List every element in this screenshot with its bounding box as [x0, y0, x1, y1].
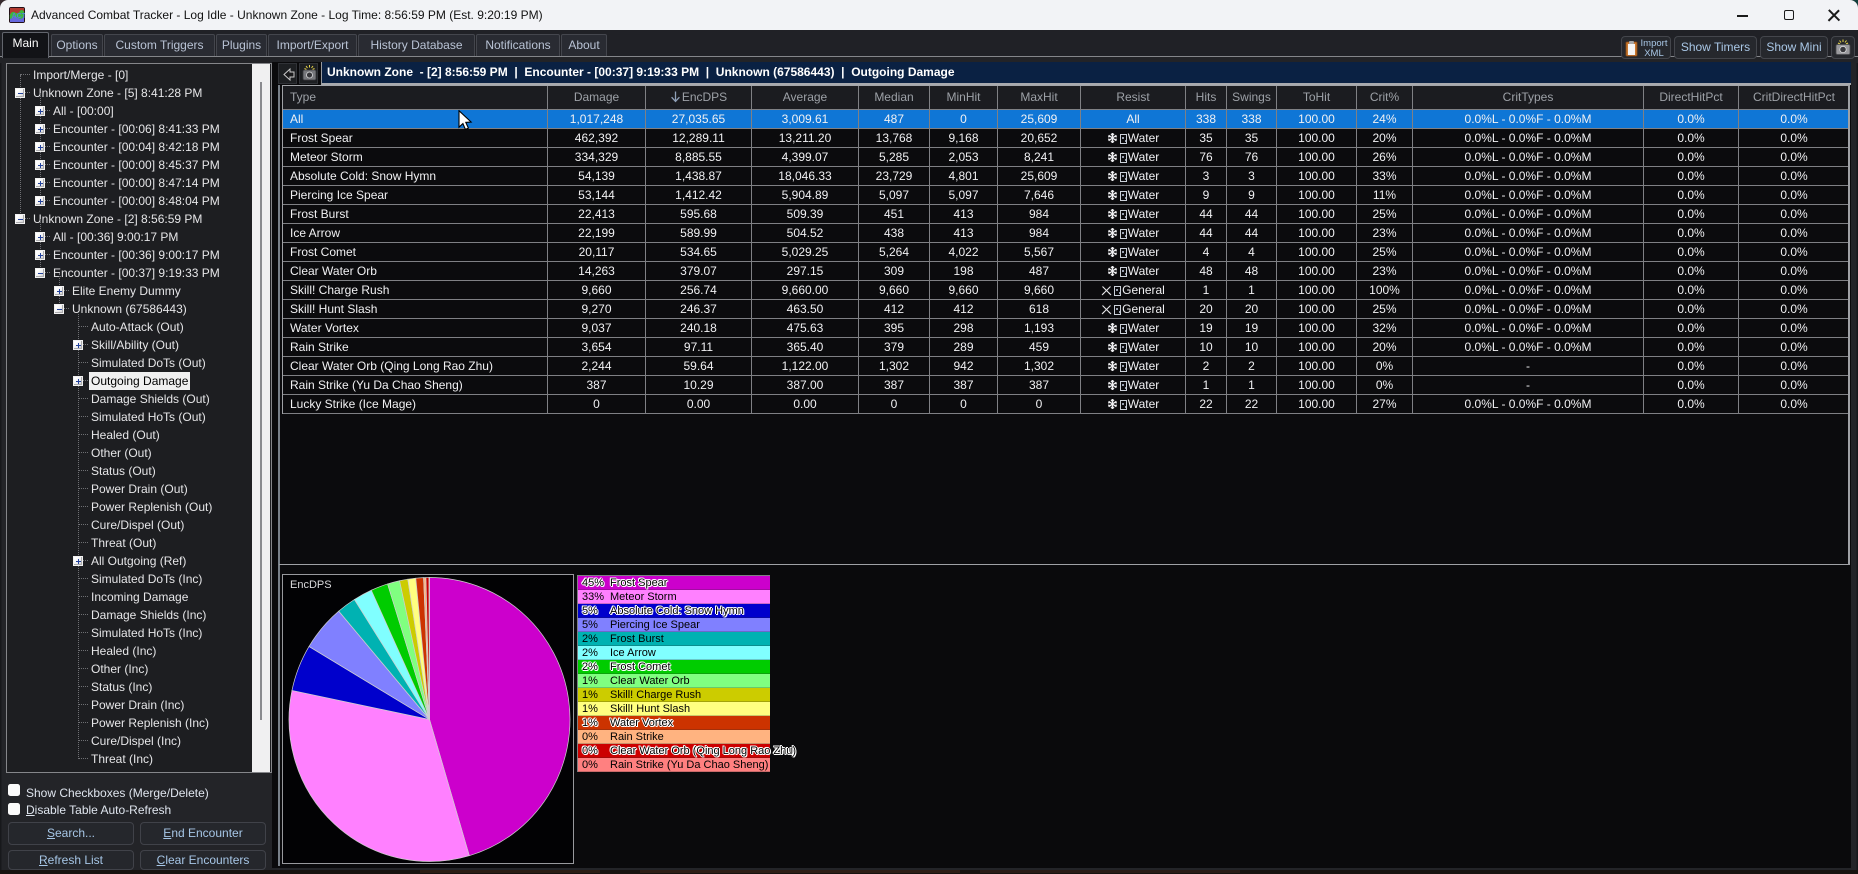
svg-text:ACT: ACT: [12, 13, 25, 20]
